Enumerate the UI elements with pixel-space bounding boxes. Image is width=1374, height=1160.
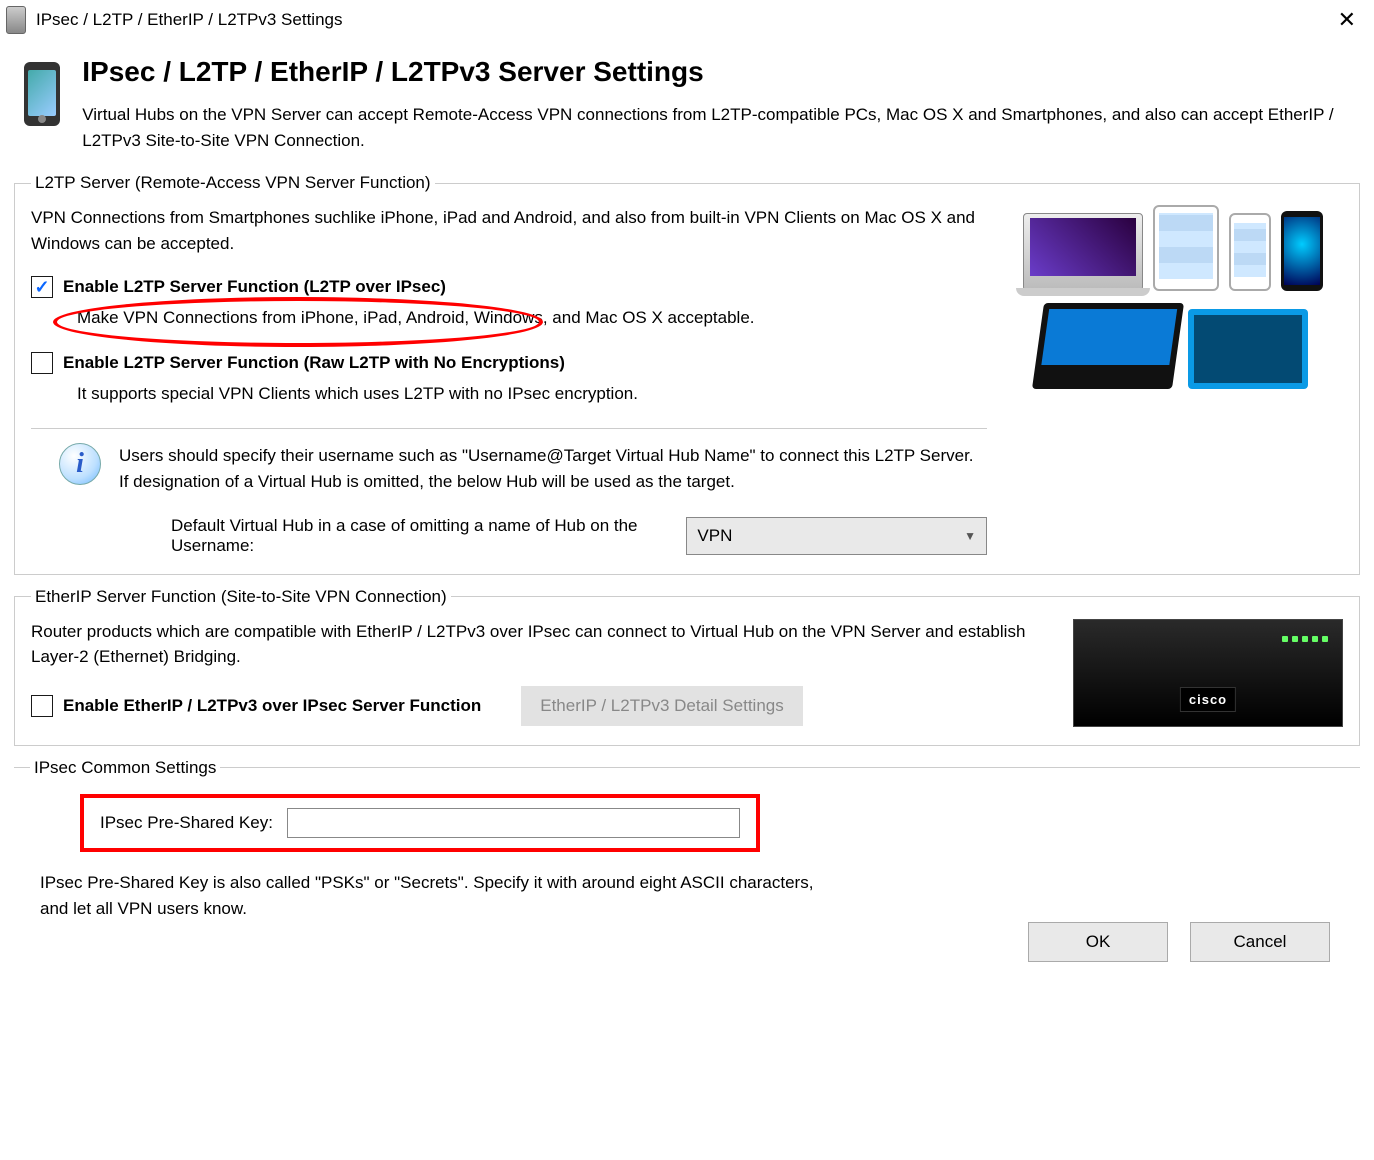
- enable-l2tp-ipsec-desc: Make VPN Connections from iPhone, iPad, …: [77, 308, 987, 328]
- psk-input[interactable]: [287, 808, 740, 838]
- divider: [31, 428, 987, 429]
- ok-button[interactable]: OK: [1028, 922, 1168, 962]
- enable-etherip-checkbox[interactable]: [31, 695, 53, 717]
- etherip-desc: Router products which are compatible wit…: [31, 619, 1055, 670]
- psk-note: IPsec Pre-Shared Key is also called "PSK…: [40, 870, 820, 923]
- default-hub-row: Default Virtual Hub in a case of omittin…: [171, 516, 987, 556]
- enable-l2tp-raw-row: Enable L2TP Server Function (Raw L2TP wi…: [31, 352, 987, 374]
- enable-l2tp-raw-desc: It supports special VPN Clients which us…: [77, 384, 987, 404]
- enable-l2tp-ipsec-row: Enable L2TP Server Function (L2TP over I…: [31, 276, 987, 298]
- close-icon[interactable]: ✕: [1330, 7, 1364, 33]
- default-hub-value: VPN: [697, 526, 732, 546]
- laptop-icon: [1023, 213, 1143, 291]
- titlebar: IPsec / L2TP / EtherIP / L2TPv3 Settings…: [0, 0, 1374, 40]
- devices-illustration: [1003, 205, 1343, 556]
- etherip-detail-button: EtherIP / L2TPv3 Detail Settings: [521, 686, 802, 726]
- page-title: IPsec / L2TP / EtherIP / L2TPv3 Server S…: [82, 56, 1350, 88]
- l2tp-legend: L2TP Server (Remote-Access VPN Server Fu…: [31, 173, 435, 193]
- enable-l2tp-ipsec-label: Enable L2TP Server Function (L2TP over I…: [63, 277, 446, 297]
- l2tp-fieldset: L2TP Server (Remote-Access VPN Server Fu…: [14, 173, 1360, 575]
- default-hub-select[interactable]: VPN ▼: [686, 517, 987, 555]
- cancel-button[interactable]: Cancel: [1190, 922, 1330, 962]
- enable-etherip-row: Enable EtherIP / L2TPv3 over IPsec Serve…: [31, 695, 481, 717]
- enable-l2tp-raw-label: Enable L2TP Server Function (Raw L2TP wi…: [63, 353, 565, 373]
- laptop2-icon: [1032, 303, 1184, 389]
- psk-label: IPsec Pre-Shared Key:: [100, 813, 273, 833]
- l2tp-intro: VPN Connections from Smartphones suchlik…: [31, 205, 987, 256]
- page-subtitle: Virtual Hubs on the VPN Server can accep…: [82, 102, 1350, 153]
- titlebar-icon: [6, 6, 26, 34]
- psk-row: IPsec Pre-Shared Key:: [80, 794, 760, 852]
- info-icon: [59, 443, 101, 485]
- smartphone-icon: [24, 62, 60, 126]
- phone-black-icon: [1281, 211, 1323, 291]
- etherip-fieldset: EtherIP Server Function (Site-to-Site VP…: [14, 587, 1360, 746]
- default-hub-label: Default Virtual Hub in a case of omittin…: [171, 516, 672, 556]
- enable-l2tp-ipsec-checkbox[interactable]: [31, 276, 53, 298]
- ipsec-fieldset: IPsec Common Settings IPsec Pre-Shared K…: [14, 758, 1360, 977]
- window-title: IPsec / L2TP / EtherIP / L2TPv3 Settings: [36, 10, 1330, 30]
- info-row: Users should specify their username such…: [31, 443, 987, 496]
- enable-l2tp-raw-checkbox[interactable]: [31, 352, 53, 374]
- info-line1: Users should specify their username such…: [119, 443, 974, 469]
- tablet-blue-icon: [1188, 309, 1308, 389]
- info-line2: If designation of a Virtual Hub is omitt…: [119, 469, 974, 495]
- etherip-legend: EtherIP Server Function (Site-to-Site VP…: [31, 587, 451, 607]
- tablet-icon: [1153, 205, 1219, 291]
- chevron-down-icon: ▼: [964, 529, 976, 543]
- header: IPsec / L2TP / EtherIP / L2TPv3 Server S…: [0, 40, 1374, 161]
- ipsec-legend: IPsec Common Settings: [30, 758, 220, 778]
- router-image: [1073, 619, 1343, 727]
- phone-white-icon: [1229, 213, 1271, 291]
- enable-etherip-label: Enable EtherIP / L2TPv3 over IPsec Serve…: [63, 696, 481, 716]
